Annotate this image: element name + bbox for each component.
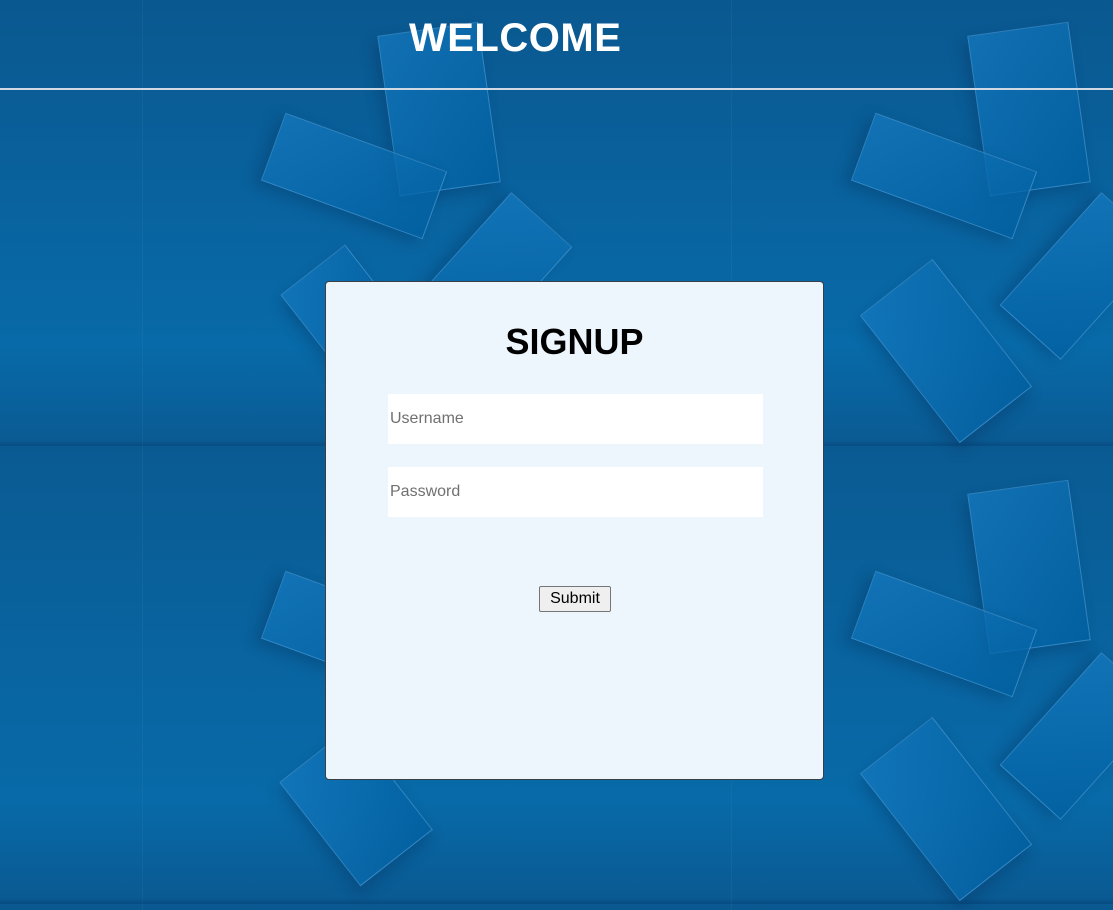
background-card (859, 716, 1033, 902)
background-card (859, 258, 1033, 444)
submit-button[interactable]: Submit (539, 586, 611, 612)
signup-form: SIGNUP Submit (325, 281, 824, 780)
username-input[interactable] (388, 394, 763, 444)
page-header: WELCOME (0, 0, 1113, 90)
background-seam (0, 898, 1113, 904)
signup-title: SIGNUP (505, 321, 644, 362)
background-band (142, 0, 143, 910)
page-title: WELCOME (409, 16, 622, 60)
password-input[interactable] (388, 467, 763, 517)
